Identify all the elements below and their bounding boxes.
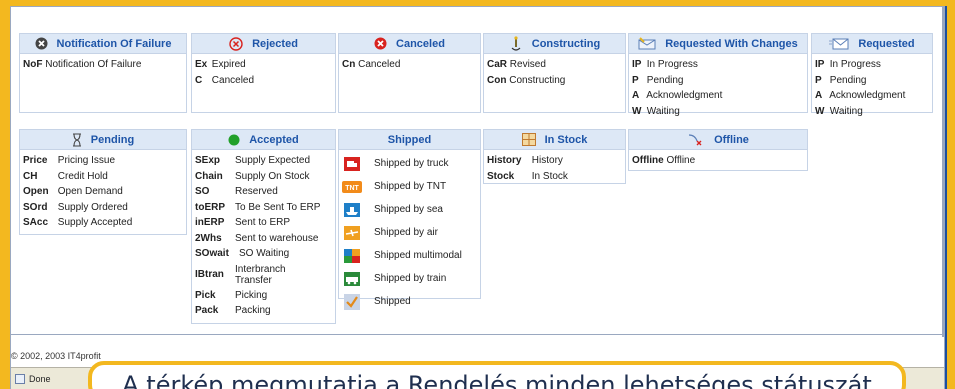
status-row: Shipped by truck	[339, 152, 480, 175]
train-icon	[342, 271, 362, 287]
tnt-icon: TNT	[342, 179, 362, 195]
status-row: IBtran Interbranch Transfer	[195, 263, 286, 286]
canceled-icon	[374, 37, 387, 50]
status-row: Shipped multimodal	[339, 244, 480, 267]
panel-requested: Requested IP In Progress P Pending A Ack…	[811, 33, 933, 117]
frame-edge-left	[0, 0, 10, 389]
panel-canceled: Canceled Cn Canceled	[338, 33, 481, 113]
status-row: SOrd Supply Ordered	[23, 201, 128, 213]
warehouse-icon	[521, 133, 536, 146]
status-row: CH Credit Hold	[23, 170, 108, 182]
svg-text:TNT: TNT	[345, 185, 359, 192]
status-row: Price Pricing Issue	[23, 155, 116, 166]
status-row: Offline Offline	[632, 155, 696, 166]
panel-title: Constructing	[531, 37, 601, 50]
status-row: SO Reserved	[195, 186, 278, 197]
check-icon	[342, 293, 362, 310]
offline-icon	[687, 133, 705, 147]
hourglass-icon	[72, 132, 82, 147]
status-row: W Waiting	[632, 105, 680, 117]
status-row: A Acknowledgment	[815, 90, 906, 101]
panel-accepted: Accepted SExp Supply Expected Chain Supply…	[191, 129, 336, 324]
envelope-icon	[829, 38, 849, 50]
panel-title: Rejected	[252, 37, 298, 50]
failure-icon	[35, 37, 48, 50]
panel-title: Requested With Changes	[665, 37, 798, 50]
panel-rejected: Rejected Ex Expired C Canceled	[191, 33, 336, 113]
panel-title: Offline	[714, 133, 749, 146]
vertical-scrollbar[interactable]	[942, 7, 945, 337]
status-row: SOwait SO Waiting	[195, 248, 290, 259]
status-row: SExp Supply Expected	[195, 155, 311, 166]
status-text: Done	[29, 373, 51, 384]
truck-icon	[342, 156, 362, 172]
panel-title: Notification Of Failure	[56, 37, 172, 50]
copyright-text: © 2002, 2003 IT4profit	[11, 351, 101, 361]
status-row: Shipped by sea	[339, 198, 480, 221]
status-row: Ex Expired	[195, 59, 246, 70]
status-row: Pick Picking	[195, 289, 268, 301]
status-row: Shipped by air	[339, 221, 480, 244]
status-row: History History	[487, 155, 563, 166]
panel-title: Shipped	[387, 133, 432, 146]
panel-title: In Stock	[544, 133, 588, 146]
panel-shipped: Shipped Shipped by truck TNT Shipped by …	[338, 129, 481, 310]
browser-window: Notification Of Failure NoF Notification…	[10, 6, 945, 389]
caption-text: A térkép megmutatja a Rendelés minden le…	[122, 371, 872, 389]
status-row: Pack Packing	[195, 305, 271, 316]
status-row: IP In Progress	[815, 59, 881, 70]
status-row: toERP To Be Sent To ERP	[195, 201, 321, 213]
status-row: Chain Supply On Stock	[195, 170, 310, 182]
multimodal-icon	[342, 248, 362, 264]
panel-pending: Pending Price Pricing Issue CH Credit Ho…	[19, 129, 187, 235]
panel-title: Requested	[858, 37, 915, 50]
envelope-pencil-icon	[638, 37, 656, 50]
status-row: P Pending	[815, 74, 867, 86]
status-row: SAcc Supply Accepted	[23, 217, 133, 228]
status-row: Con Constructing	[487, 74, 566, 86]
status-row: Cn Canceled	[342, 59, 401, 70]
status-row: 2Whs Sent to warehouse	[195, 232, 319, 244]
status-row: C Canceled	[195, 74, 255, 86]
status-row: IP In Progress	[632, 59, 698, 70]
divider	[11, 334, 944, 335]
frame-edge-right	[947, 0, 955, 389]
panel-title: Pending	[90, 133, 135, 146]
panel-notification-of-failure: Notification Of Failure NoF Notification…	[19, 33, 187, 113]
panel-title: Canceled	[396, 37, 445, 50]
caption-box: A térkép megmutatja a Rendelés minden le…	[88, 361, 906, 389]
rejected-icon	[229, 36, 243, 51]
green-dot-icon	[228, 134, 240, 146]
status-row: NoF Notification Of Failure	[23, 59, 142, 70]
status-row: Open Open Demand	[23, 186, 123, 197]
status-row: Shipped by train	[339, 267, 480, 290]
status-row: Shipped	[339, 290, 480, 313]
page-icon	[15, 373, 25, 384]
plane-icon	[342, 225, 362, 241]
status-row: Stock In Stock	[487, 170, 568, 182]
constructing-icon	[509, 35, 523, 52]
panel-constructing: Constructing CaR Revised Con Constructin…	[483, 33, 626, 113]
status-row: inERP Sent to ERP	[195, 217, 291, 228]
panel-requested-with-changes: Requested With Changes IP In Progress P …	[628, 33, 808, 117]
status-row: TNT Shipped by TNT	[339, 175, 480, 198]
status-row: CaR Revised	[487, 59, 546, 70]
panel-offline: Offline Offline Offline	[628, 129, 808, 171]
panel-title: Accepted	[249, 133, 299, 146]
panel-in-stock: In Stock History History Stock In Stock	[483, 129, 626, 184]
status-row: W Waiting	[815, 105, 863, 117]
ship-icon	[342, 202, 362, 218]
status-row: P Pending	[632, 74, 684, 86]
status-row: A Acknowledgment	[632, 90, 723, 101]
